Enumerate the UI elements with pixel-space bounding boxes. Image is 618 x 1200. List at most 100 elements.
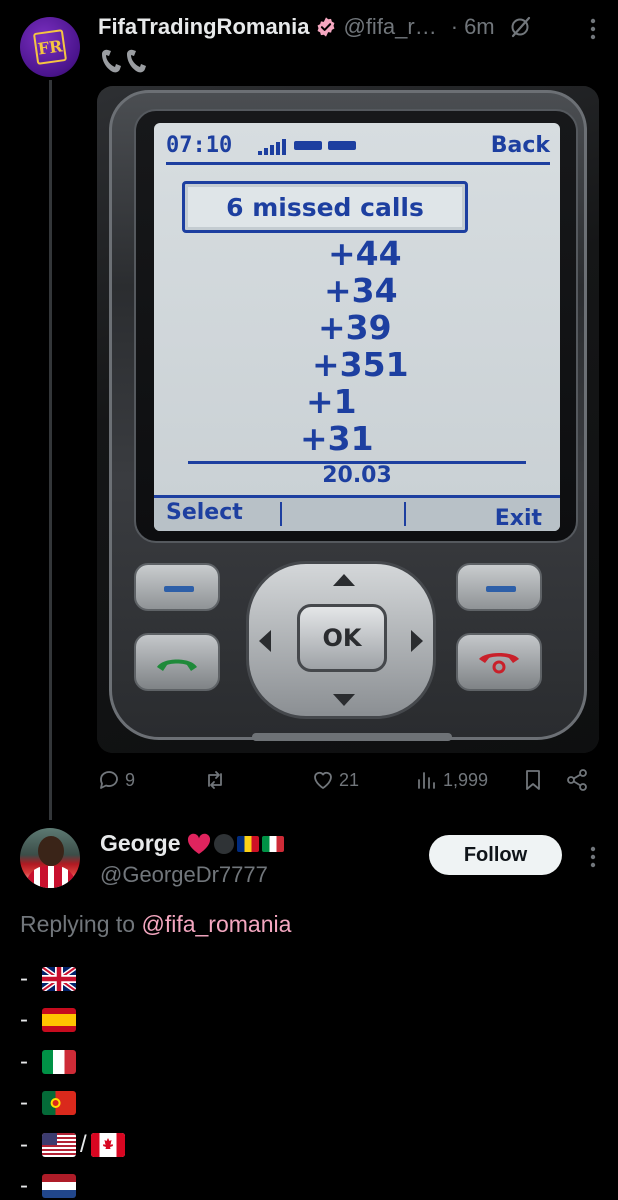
screen-back-label: Back	[490, 133, 550, 158]
missed-call-item: +1	[306, 382, 357, 421]
speaker-grille	[252, 733, 452, 741]
missed-call-item: +39	[318, 308, 392, 347]
name-emojis	[187, 833, 284, 855]
missed-calls-list: +44 +34 +39 +351 +1 +31	[300, 234, 504, 457]
tweet-header: FifaTradingRomania @fifa_r… · 6m	[98, 12, 602, 42]
portugal-flag-icon	[42, 1091, 76, 1116]
end-call-key	[456, 633, 542, 691]
missed-call-item: +34	[324, 271, 398, 310]
signal-icon	[258, 137, 287, 155]
author-name[interactable]: FifaTradingRomania	[98, 14, 309, 40]
right-softkey	[456, 563, 542, 611]
missed-call-item: +351	[312, 345, 409, 384]
thread-connector-line	[49, 80, 52, 820]
end-call-handset-icon	[479, 653, 519, 674]
bookmark-action[interactable]	[521, 768, 545, 792]
missed-call-item: +44	[328, 234, 402, 273]
dpad-down-arrow-icon	[333, 694, 355, 706]
views-count: 1,999	[443, 769, 489, 790]
more-options-icon[interactable]	[590, 846, 596, 868]
replying-to-line: Replying to @fifa_romania	[20, 911, 291, 938]
author-handle[interactable]: @fifa_r…	[343, 14, 436, 40]
reply-icon	[100, 771, 118, 789]
netherlands-flag-icon	[42, 1174, 76, 1199]
battery-icon	[294, 141, 357, 150]
screen-title: 6 missed calls	[182, 181, 468, 233]
list-dash: -	[20, 1089, 28, 1117]
tweet-action-bar: 9 21 1,999	[97, 766, 597, 796]
black-circle-icon	[213, 833, 234, 854]
flag-joiner: /	[80, 1130, 87, 1158]
reply-flag-list: - - - - - / -	[20, 958, 125, 1200]
reply-author-name[interactable]: George	[100, 830, 181, 857]
screen-status-bar: 07:10 Back	[166, 129, 550, 165]
screen-softkey-bar: Select Exit	[154, 495, 560, 531]
views-icon	[418, 772, 435, 789]
canada-flag-icon	[90, 1132, 125, 1157]
more-options-icon[interactable]	[590, 18, 596, 40]
list-dash: -	[20, 964, 28, 992]
list-dash: -	[20, 1172, 28, 1200]
screen-exit-label: Exit	[494, 506, 542, 531]
phone-body: 07:10 Back 6 missed calls +44 +34 +39 +3…	[109, 90, 590, 741]
ok-key: OK	[297, 604, 387, 672]
tweet-media-image[interactable]: 07:10 Back 6 missed calls +44 +34 +39 +3…	[97, 86, 599, 753]
views-action[interactable]: 1,999	[415, 768, 488, 792]
repost-action[interactable]	[203, 768, 231, 792]
list-item: -	[20, 1000, 125, 1042]
phone-photo: 07:10 Back 6 missed calls +44 +34 +39 +3…	[97, 86, 599, 753]
screen-time: 07:10	[166, 133, 233, 158]
replying-mention-link[interactable]: @fifa_romania	[141, 911, 291, 937]
repost-icon	[208, 771, 222, 789]
phone-keypad: OK	[112, 553, 590, 741]
telephone-receiver-icon	[102, 49, 146, 73]
tweet-text: 📞📞	[98, 46, 152, 81]
list-item: -	[20, 1041, 125, 1083]
tweet-time[interactable]: 6m	[464, 14, 495, 40]
avatar-face	[38, 836, 64, 866]
left-softkey	[134, 563, 220, 611]
bookmark-icon	[526, 770, 540, 790]
screen-date: 20.03	[322, 463, 392, 488]
avatar-logo: FR	[32, 29, 68, 65]
follow-button[interactable]: Follow	[429, 835, 562, 875]
reply-author-avatar[interactable]	[20, 828, 80, 888]
replying-prefix: Replying to	[20, 911, 136, 937]
phone-screen-bezel: 07:10 Back 6 missed calls +44 +34 +39 +3…	[134, 109, 578, 543]
call-key	[134, 633, 220, 691]
missed-call-item: +31	[300, 419, 374, 458]
screen-divider-tick	[280, 502, 282, 526]
share-icon	[567, 769, 587, 791]
dpad: OK	[246, 561, 436, 719]
author-avatar[interactable]: FR	[20, 17, 80, 77]
red-heart-icon	[187, 833, 210, 854]
reply-author-handle[interactable]: @GeorgeDr7777	[100, 862, 268, 888]
italy-flag-icon	[42, 1049, 76, 1074]
verified-badge-icon	[318, 17, 335, 37]
list-dash: -	[20, 1130, 28, 1158]
like-action[interactable]: 21	[311, 768, 359, 792]
phone-screen: 07:10 Back 6 missed calls +44 +34 +39 +3…	[154, 123, 560, 531]
usa-flag-icon	[42, 1132, 76, 1157]
list-item: -	[20, 1166, 125, 1200]
grok-icon[interactable]	[509, 15, 533, 39]
reply-action[interactable]: 9	[97, 768, 135, 792]
romania-flag-icon	[236, 835, 259, 852]
dpad-left-arrow-icon	[259, 630, 271, 652]
list-dash: -	[20, 1006, 28, 1034]
italy-flag-icon	[261, 835, 284, 852]
separator-dot: ·	[450, 14, 459, 39]
reply-author-name-row: George	[100, 830, 284, 857]
share-action[interactable]	[565, 768, 589, 792]
uk-flag-icon	[42, 966, 76, 991]
call-handset-icon	[157, 659, 197, 671]
list-item: -	[20, 958, 125, 1000]
screen-divider-tick	[404, 502, 406, 526]
spain-flag-icon	[42, 1008, 76, 1033]
screen-select-label: Select	[166, 500, 243, 525]
like-count: 21	[339, 769, 360, 790]
avatar-shirt	[26, 866, 76, 888]
reply-count: 9	[125, 769, 136, 790]
dpad-right-arrow-icon	[411, 630, 423, 652]
list-item: - /	[20, 1124, 125, 1166]
